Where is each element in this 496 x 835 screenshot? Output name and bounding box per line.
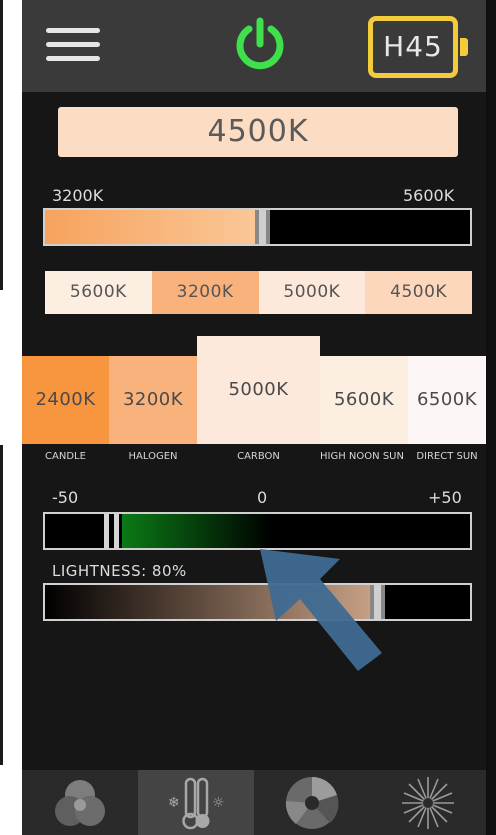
card-caption-candle: CANDLE [45,451,86,462]
card-halogen[interactable]: 3200K [109,356,197,444]
battery-tip [460,38,468,56]
preset-4500k[interactable]: 4500K [365,271,472,314]
left-border [0,0,22,835]
card-label: 5600K [333,389,395,410]
preset-3200k[interactable]: 3200K [151,271,259,314]
effects-burst-icon [402,776,454,829]
card-caption-direct-sun: DIRECT SUN [416,451,478,462]
color-mix-icon [55,779,105,826]
green-mid-label: 0 [257,488,268,507]
preset-row: 5600K 3200K 5000K 4500K [45,271,472,314]
header: H45 [22,0,496,92]
temperature-slider[interactable] [43,208,472,246]
green-slider-thumb[interactable] [104,514,122,548]
card-candle[interactable]: 2400K [22,356,109,444]
green-slider-fill [122,514,272,548]
svg-text:❄: ❄ [168,795,180,811]
left-divider [0,0,3,290]
temperature-slider-thumb[interactable] [255,210,270,244]
card-label: 5000K [228,379,289,400]
power-icon [236,17,284,70]
battery-indicator: H45 [368,16,468,78]
preset-5000k[interactable]: 5000K [258,271,366,314]
right-edge [486,0,496,835]
battery-label: H45 [383,30,443,63]
temp-min-label: 3200K [52,186,104,205]
card-caption-high-noon-sun: HIGH NOON SUN [320,451,404,462]
card-direct-sun[interactable]: 6500K [408,356,486,444]
tab-effects[interactable] [370,770,486,835]
power-button[interactable] [231,16,289,74]
hint-arrow-icon [260,549,382,671]
color-wheel-icon [285,776,339,829]
preset-5600k[interactable]: 5600K [45,271,152,314]
tab-temperature[interactable]: ❄ ☼ [138,770,254,835]
bottom-nav: ❄ ☼ [22,770,486,835]
card-label: 6500K [416,389,478,410]
temp-max-label: 5600K [403,186,455,205]
card-carbon[interactable]: 5000K [197,336,320,444]
card-caption-halogen: HALOGEN [128,451,178,462]
current-temperature-display: 4500K [58,107,458,157]
tab-color-mix[interactable] [22,770,138,835]
svg-text:☼: ☼ [212,795,225,811]
card-label: 3200K [122,389,184,410]
left-divider [0,445,3,765]
tab-color-wheel[interactable] [254,770,370,835]
green-min-label: -50 [52,488,79,507]
lightness-label: LIGHTNESS: 80% [52,562,187,580]
card-high-noon-sun[interactable]: 5600K [320,356,408,444]
card-caption-carbon: CARBON [237,451,280,462]
green-max-label: +50 [428,488,462,507]
temperature-cards: 2400K 3200K 5000K 5600K 6500K [22,336,496,444]
temperature-slider-fill [45,210,270,244]
card-label: 2400K [35,389,96,410]
hamburger-menu-icon[interactable] [46,26,100,64]
temperature-icon: ❄ ☼ [168,777,225,829]
app-screen: H45 4500K 3200K 5600K 5600K 3200K 5000K … [22,0,496,835]
